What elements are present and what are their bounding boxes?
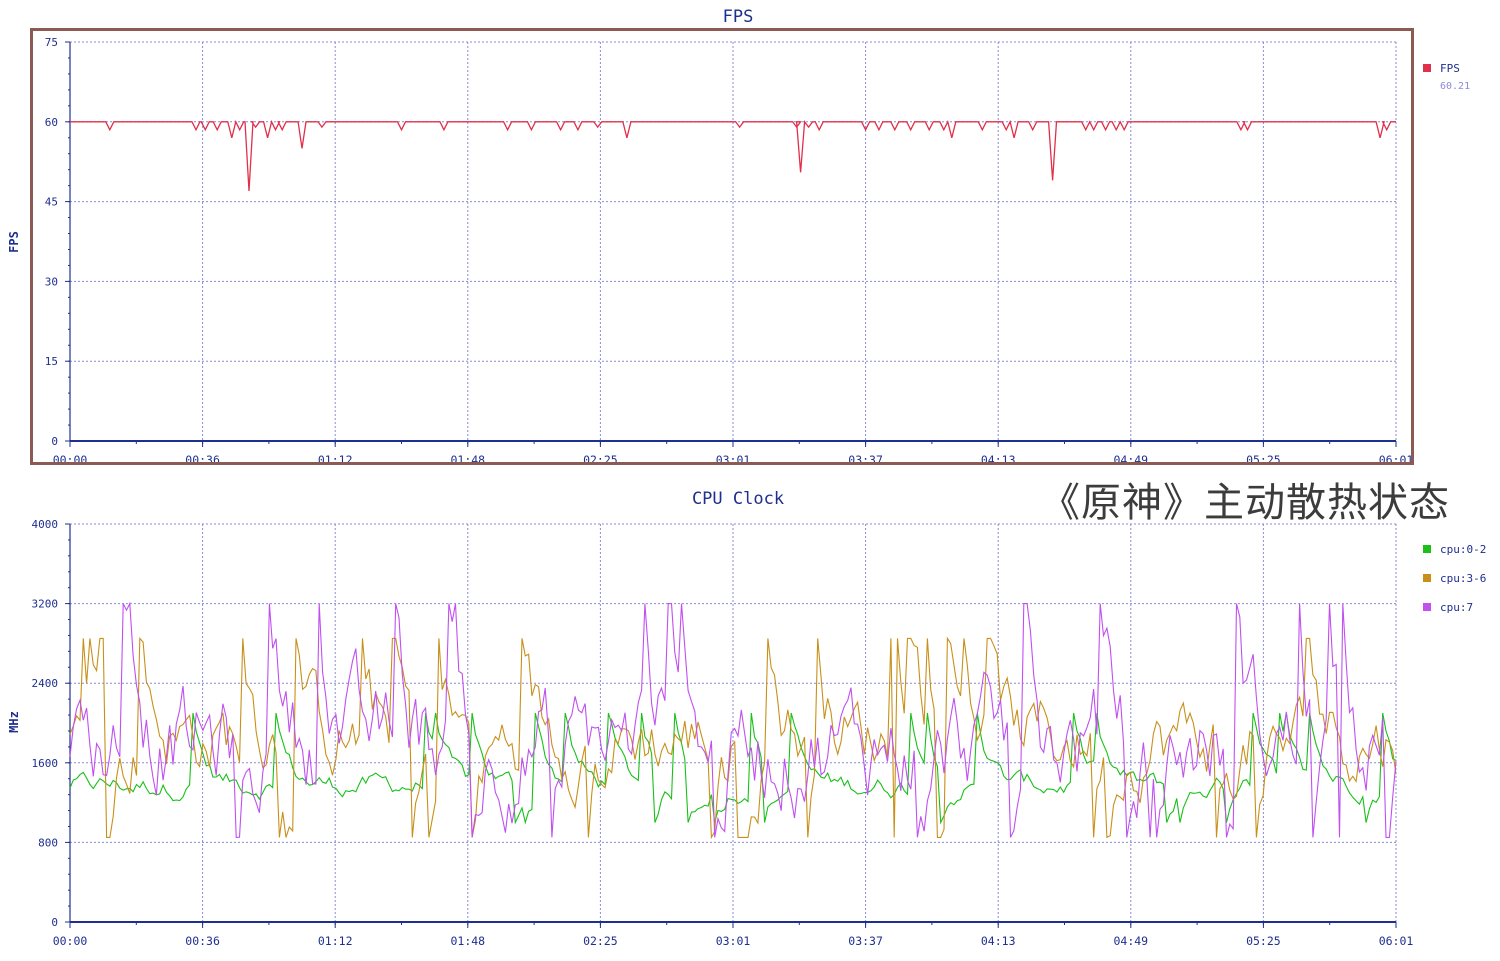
legend-swatch: [1423, 545, 1431, 553]
x-tick-label: 01:12: [318, 934, 353, 948]
overlay-title: 《原神》主动散热状态: [1040, 480, 1450, 526]
x-tick-label: 00:00: [53, 934, 88, 948]
x-tick-label: 01:48: [450, 934, 485, 948]
x-tick-label: 04:13: [981, 934, 1016, 948]
legend-label: cpu:7: [1440, 601, 1473, 614]
y-tick-label: 2400: [32, 677, 59, 690]
legend-label: cpu:3-6: [1440, 572, 1486, 585]
x-tick-label: 05:25: [1246, 934, 1281, 948]
x-tick-label: 04:49: [1113, 934, 1148, 948]
x-tick-label: 03:01: [716, 934, 751, 948]
x-tick-label: 06:01: [1379, 934, 1414, 948]
legend-swatch: [1423, 603, 1431, 611]
y-tick-label: 4000: [32, 518, 59, 531]
y-tick-label: 800: [38, 836, 58, 849]
x-tick-label: 00:36: [185, 934, 220, 948]
legend-swatch: [1423, 574, 1431, 582]
x-tick-label: 03:37: [848, 934, 883, 948]
y-tick-label: 3200: [32, 598, 59, 611]
x-tick-label: 02:25: [583, 934, 618, 948]
y-tick-label: 0: [51, 916, 58, 929]
y-axis-label: MHz: [7, 711, 21, 733]
legend-label: cpu:0-2: [1440, 543, 1486, 556]
y-tick-label: 1600: [32, 757, 59, 770]
chart-title: CPU Clock: [692, 489, 784, 509]
